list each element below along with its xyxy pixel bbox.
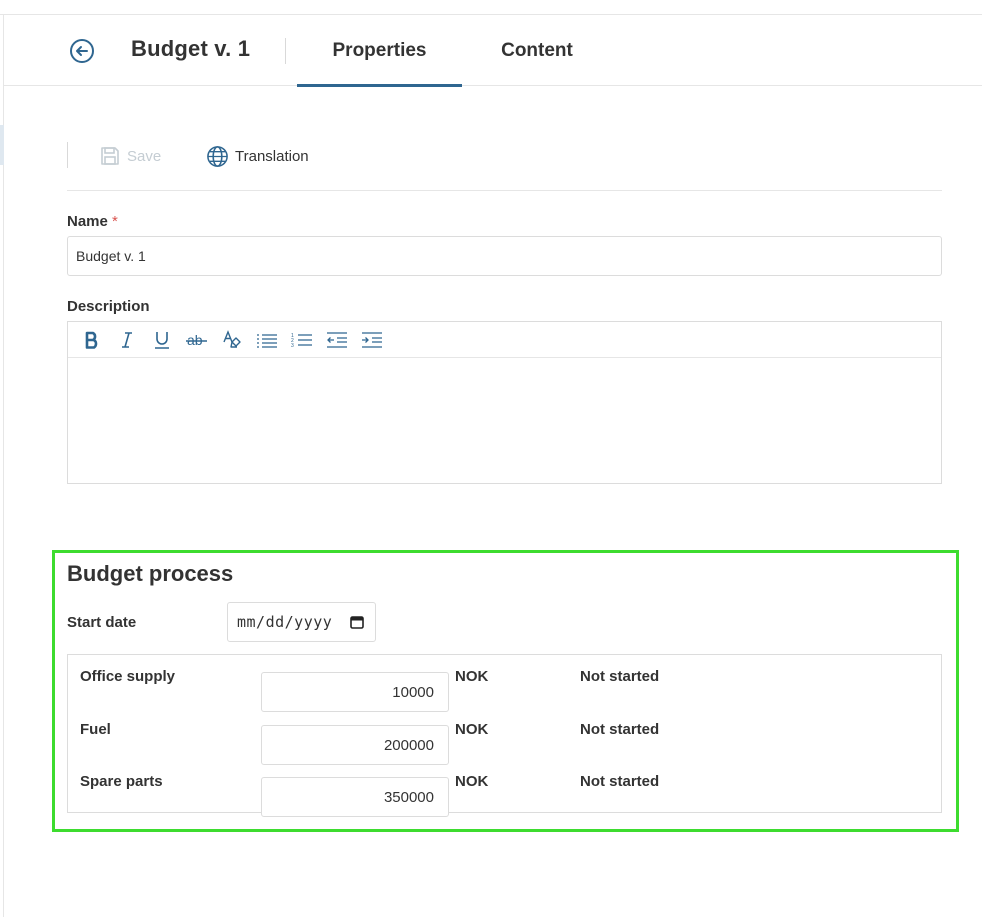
italic-icon [121, 331, 132, 348]
svg-text:3: 3 [291, 343, 294, 349]
svg-text:ab: ab [187, 332, 203, 348]
start-date-label: Start date [67, 614, 137, 631]
editor-toolbar: ab 123 [68, 322, 941, 358]
left-rail-active-marker [0, 125, 4, 165]
start-date-input[interactable]: mm/dd/yyyy [227, 602, 376, 642]
description-text-area[interactable] [68, 358, 941, 483]
page-title: Budget v. 1 [131, 36, 251, 61]
status-text: Not started [580, 721, 660, 738]
amount-input[interactable] [261, 672, 449, 712]
page-header: Budget v. 1 Properties Content [4, 16, 982, 87]
calendar-icon[interactable] [350, 615, 364, 629]
item-name: Fuel [80, 721, 111, 738]
translation-label: Translation [235, 147, 309, 165]
toolbar-divider [67, 142, 68, 168]
bullet-list-icon [256, 333, 277, 348]
currency-label: NOK [455, 721, 489, 738]
name-input[interactable] [67, 236, 942, 276]
globe-icon [207, 145, 228, 167]
status-text: Not started [580, 668, 660, 685]
name-label-text: Name [67, 213, 108, 230]
amount-input[interactable] [261, 725, 449, 765]
amount-input[interactable] [261, 777, 449, 817]
budget-items-table: Office supply NOK Not started Fuel NOK N… [67, 654, 942, 817]
save-button[interactable]: Save [99, 143, 161, 169]
description-editor: ab 123 [67, 321, 942, 484]
underline-icon [154, 331, 169, 349]
header-divider [285, 38, 286, 64]
save-label: Save [127, 147, 162, 165]
numbered-list-button[interactable]: 123 [284, 325, 319, 355]
action-toolbar: Save Translation [67, 135, 942, 191]
required-marker: * [112, 213, 118, 230]
top-strip [0, 0, 982, 15]
indent-icon [361, 331, 382, 348]
item-name: Spare parts [80, 773, 163, 790]
section-title: Budget process [67, 561, 234, 586]
clear-format-icon [222, 329, 241, 348]
indent-button[interactable] [354, 325, 389, 355]
table-row: Spare parts NOK Not started [68, 773, 941, 817]
table-row: Fuel NOK Not started [68, 721, 941, 765]
budget-process-section: Budget process Start date mm/dd/yyyy Off… [52, 550, 959, 832]
outdent-button[interactable] [319, 325, 354, 355]
status-text: Not started [580, 773, 660, 790]
italic-button[interactable] [109, 325, 144, 355]
outdent-icon [326, 331, 347, 348]
back-arrow-icon [70, 39, 94, 63]
clear-format-button[interactable] [214, 325, 249, 355]
bold-icon [85, 331, 97, 349]
currency-label: NOK [455, 773, 489, 790]
underline-button[interactable] [144, 325, 179, 355]
translation-button[interactable]: Translation [206, 143, 309, 169]
description-label: Description [67, 298, 150, 315]
tab-properties[interactable]: Properties [297, 16, 462, 87]
numbered-list-icon: 123 [291, 333, 312, 349]
strikethrough-button[interactable]: ab [179, 325, 214, 355]
save-icon [101, 147, 119, 165]
currency-label: NOK [455, 668, 489, 685]
name-label: Name * [67, 213, 118, 230]
item-name: Office supply [80, 668, 176, 685]
bullet-list-button[interactable] [249, 325, 284, 355]
date-placeholder: mm/dd/yyyy [237, 613, 333, 631]
table-row: Office supply NOK Not started [68, 668, 941, 712]
bold-button[interactable] [74, 325, 109, 355]
back-button[interactable] [69, 38, 95, 64]
strikethrough-icon: ab [185, 332, 207, 348]
tab-content[interactable]: Content [482, 16, 592, 86]
